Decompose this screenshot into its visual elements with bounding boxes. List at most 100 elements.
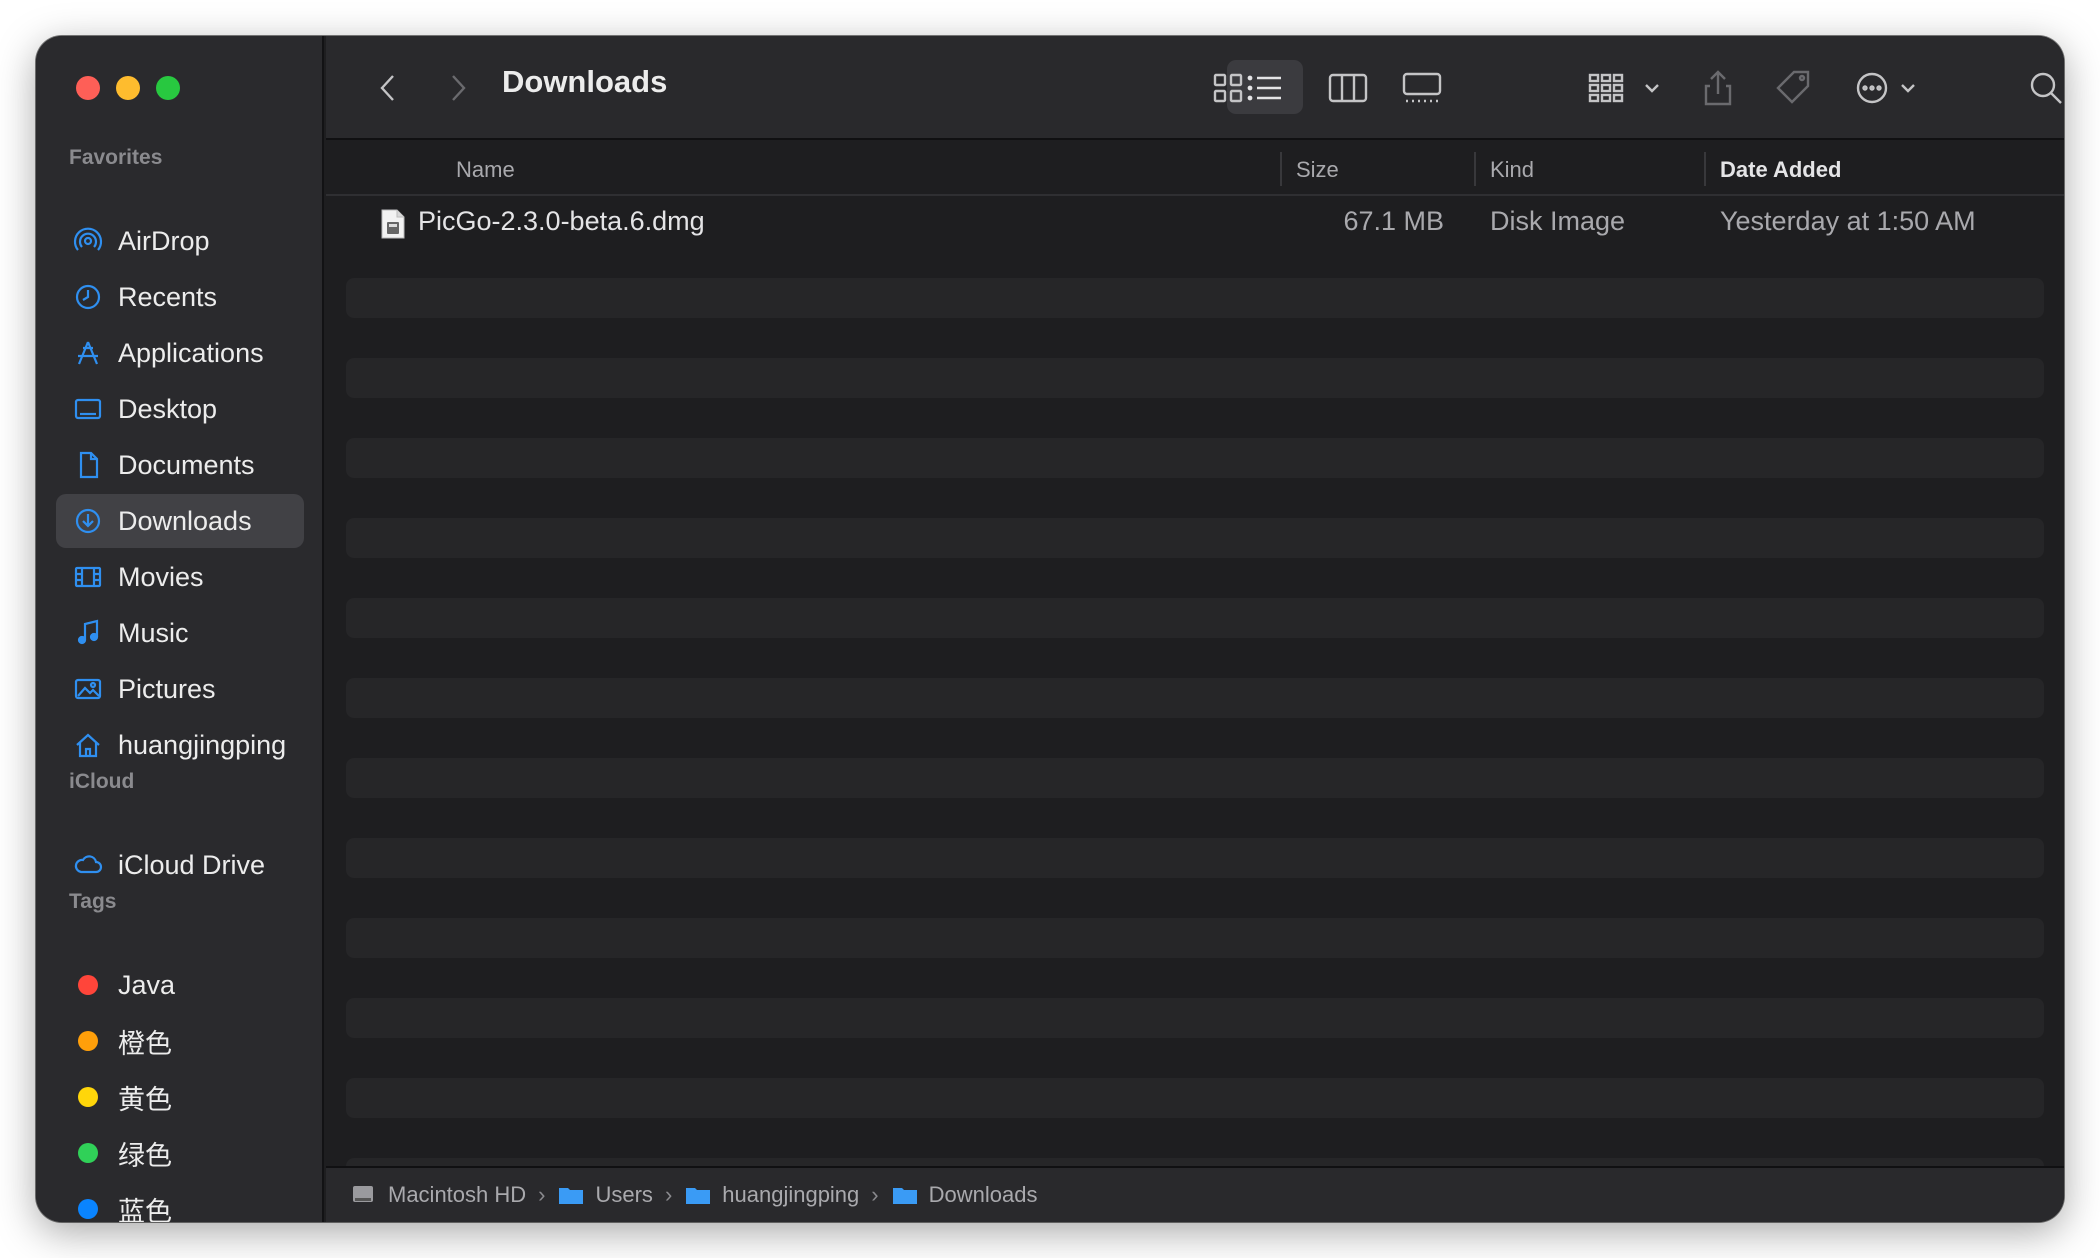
folder-icon — [686, 1188, 711, 1204]
path-label: Users — [595, 1182, 653, 1207]
sidebar-item-label: 蓝色 — [118, 1196, 172, 1223]
file-list: PicGo-2.3.0-beta.6.dmg 67.1 MB Disk Imag… — [346, 198, 2044, 1222]
share-icon — [1704, 70, 1732, 106]
more-actions-button[interactable] — [1852, 66, 1932, 110]
download-icon — [72, 505, 104, 537]
sidebar-item-label: 橙色 — [118, 1028, 172, 1059]
sidebar-tag-java[interactable]: Java — [56, 958, 304, 1012]
sidebar-item-music[interactable]: Music — [56, 606, 304, 660]
table-row — [346, 278, 2044, 318]
column-header: Name Size Kind Date Added — [326, 142, 2064, 196]
sidebar-item-home[interactable]: huangjingping — [56, 718, 304, 772]
table-row — [346, 1078, 2044, 1118]
table-row — [346, 598, 2044, 638]
sidebar-item-pictures[interactable]: Pictures — [56, 662, 304, 716]
sidebar-item-label: Applications — [118, 337, 264, 368]
share-button[interactable] — [1696, 66, 1740, 110]
column-view-button[interactable] — [1326, 66, 1370, 110]
sidebar-item-applications[interactable]: Applications — [56, 326, 304, 380]
chevron-left-icon — [380, 75, 394, 101]
window-controls — [76, 76, 180, 100]
icloud-heading: iCloud — [69, 770, 135, 793]
sidebar-item-movies[interactable]: Movies — [56, 550, 304, 604]
sidebar-tag-orange[interactable]: 橙色 — [56, 1014, 304, 1068]
path-label: huangjingping — [722, 1182, 860, 1207]
favorites-heading: Favorites — [69, 146, 163, 169]
sidebar-item-label: Documents — [118, 449, 255, 480]
column-divider[interactable] — [1280, 152, 1282, 186]
chevron-right-icon: › — [664, 1182, 673, 1207]
sidebar-tag-yellow[interactable]: 黄色 — [56, 1070, 304, 1124]
film-icon — [72, 561, 104, 593]
toolbar: Downloads — [326, 36, 2064, 140]
path-item-downloads[interactable]: Downloads — [891, 1182, 1038, 1208]
search-button[interactable] — [2024, 66, 2064, 110]
sidebar-item-label: Music — [118, 617, 189, 648]
sidebar-item-downloads[interactable]: Downloads — [56, 494, 304, 548]
forward-button[interactable] — [436, 66, 480, 110]
sidebar-item-desktop[interactable]: Desktop — [56, 382, 304, 436]
path-item-users[interactable]: Users — [557, 1182, 653, 1208]
sidebar-item-icloud-drive[interactable]: iCloud Drive — [56, 838, 304, 892]
list-view-button[interactable] — [1243, 66, 1287, 110]
photo-icon — [72, 673, 104, 705]
sidebar-item-label: Java — [118, 969, 176, 1000]
document-icon — [72, 449, 104, 481]
file-kind: Disk Image — [1490, 206, 1626, 236]
tag-color-dot — [78, 975, 98, 995]
back-button[interactable] — [366, 66, 410, 110]
sidebar-item-label: 黄色 — [118, 1084, 172, 1115]
column-name[interactable]: Name — [456, 157, 515, 183]
sidebar-item-label: Desktop — [118, 393, 218, 424]
desktop-icon — [72, 393, 104, 425]
path-item-home[interactable]: huangjingping — [684, 1182, 859, 1208]
close-window-button[interactable] — [76, 76, 100, 100]
table-row — [346, 918, 2044, 958]
search-icon — [2030, 72, 2062, 104]
sidebar-item-airdrop[interactable]: AirDrop — [56, 214, 304, 268]
sidebar: Favorites AirDrop Recents Applications D… — [36, 36, 324, 1222]
group-by-button[interactable] — [1586, 66, 1666, 110]
window-title: Downloads — [502, 64, 668, 99]
folder-icon — [892, 1188, 917, 1204]
sidebar-item-documents[interactable]: Documents — [56, 438, 304, 492]
hard-drive-icon — [353, 1186, 373, 1202]
minimize-window-button[interactable] — [116, 76, 140, 100]
tag-button[interactable] — [1772, 66, 1816, 110]
maximize-window-button[interactable] — [156, 76, 180, 100]
home-icon — [72, 729, 104, 761]
path-bar: Macintosh HD › Users › huangjingping › D… — [326, 1166, 2064, 1222]
path-item-macintosh-hd[interactable]: Macintosh HD — [350, 1182, 526, 1208]
table-row — [346, 838, 2044, 878]
sidebar-tag-blue[interactable]: 蓝色 — [56, 1182, 304, 1222]
airdrop-icon — [72, 225, 104, 257]
column-divider[interactable] — [1704, 152, 1706, 186]
path-label: Downloads — [928, 1182, 1038, 1207]
column-date-added[interactable]: Date Added — [1720, 157, 1841, 183]
sidebar-tag-green[interactable]: 绿色 — [56, 1126, 304, 1180]
disk-image-file-icon — [381, 209, 405, 239]
sidebar-item-label: Movies — [118, 561, 204, 592]
column-kind[interactable]: Kind — [1490, 157, 1534, 183]
gallery-view-button[interactable] — [1400, 66, 1444, 110]
cloud-icon — [72, 849, 104, 881]
clock-icon — [72, 281, 104, 313]
file-date-added: Yesterday at 1:50 AM — [1720, 206, 1976, 236]
gallery-icon — [1402, 72, 1442, 103]
ellipsis-circle-icon — [1856, 72, 1915, 104]
main-content: Downloads Name Size Kind Date Added PicG… — [326, 36, 2064, 1222]
file-size: 67.1 MB — [1343, 206, 1444, 236]
sidebar-item-label: Downloads — [118, 505, 252, 536]
sidebar-item-label: huangjingping — [118, 729, 287, 760]
table-row — [346, 438, 2044, 478]
group-grid-icon — [1588, 73, 1659, 103]
column-divider[interactable] — [1474, 152, 1476, 186]
column-size[interactable]: Size — [1296, 157, 1339, 183]
list-icon — [1247, 75, 1281, 101]
folder-icon — [559, 1188, 584, 1204]
tag-color-dot — [78, 1199, 98, 1219]
sidebar-item-recents[interactable]: Recents — [56, 270, 304, 324]
file-row[interactable]: PicGo-2.3.0-beta.6.dmg 67.1 MB Disk Imag… — [346, 202, 2044, 242]
chevron-right-icon: › — [871, 1182, 879, 1207]
table-row — [346, 758, 2044, 798]
